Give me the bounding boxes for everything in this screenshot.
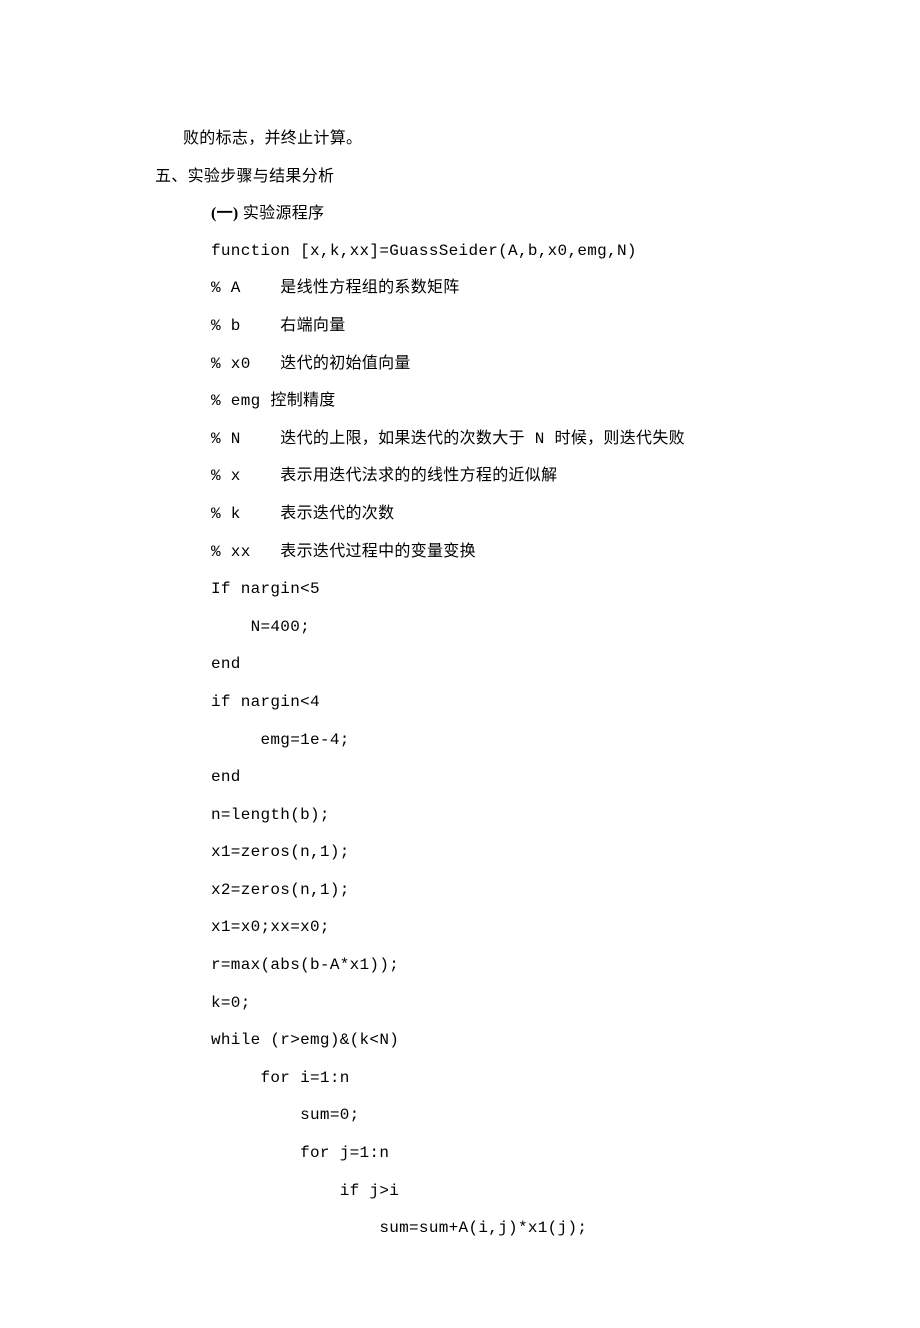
text-line: sum=sum+A(i,j)*x1(j); <box>155 1210 800 1248</box>
text-line: % k 表示迭代的次数 <box>155 496 800 534</box>
text-span: 实验源程序 <box>243 195 325 233</box>
text-line: x1=x0;xx=x0; <box>155 909 800 947</box>
text-line: end <box>155 646 800 684</box>
text-line: % x0 迭代的初始值向量 <box>155 346 800 384</box>
text-line: function [x,k,xx]=GuassSeider(A,b,x0,emg… <box>155 233 800 271</box>
text-line: for i=1:n <box>155 1060 800 1098</box>
document-page: 败的标志，并终止计算。五、实验步骤与结果分析(一) 实验源程序function … <box>0 0 920 1328</box>
text-line: end <box>155 759 800 797</box>
text-line: % b 右端向量 <box>155 308 800 346</box>
text-line: while (r>emg)&(k<N) <box>155 1022 800 1060</box>
text-line: 败的标志，并终止计算。 <box>155 120 800 158</box>
text-line: % emg 控制精度 <box>155 383 800 421</box>
text-line: % A 是线性方程组的系数矩阵 <box>155 270 800 308</box>
text-line: emg=1e-4; <box>155 722 800 760</box>
text-line: (一) 实验源程序 <box>155 195 800 233</box>
text-line: N=400; <box>155 609 800 647</box>
text-line: x2=zeros(n,1); <box>155 872 800 910</box>
text-span: (一) <box>211 195 243 233</box>
text-line: if j>i <box>155 1173 800 1211</box>
text-line: % N 迭代的上限，如果迭代的次数大于 N 时候，则迭代失败 <box>155 421 800 459</box>
text-line: n=length(b); <box>155 797 800 835</box>
text-line: for j=1:n <box>155 1135 800 1173</box>
text-line: if nargin<4 <box>155 684 800 722</box>
text-line: % xx 表示迭代过程中的变量变换 <box>155 534 800 572</box>
text-line: If nargin<5 <box>155 571 800 609</box>
text-line: sum=0; <box>155 1097 800 1135</box>
document-content: 败的标志，并终止计算。五、实验步骤与结果分析(一) 实验源程序function … <box>155 120 800 1248</box>
text-line: 五、实验步骤与结果分析 <box>155 158 800 196</box>
text-line: % x 表示用迭代法求的的线性方程的近似解 <box>155 458 800 496</box>
text-line: x1=zeros(n,1); <box>155 834 800 872</box>
text-line: r=max(abs(b-A*x1)); <box>155 947 800 985</box>
text-line: k=0; <box>155 985 800 1023</box>
